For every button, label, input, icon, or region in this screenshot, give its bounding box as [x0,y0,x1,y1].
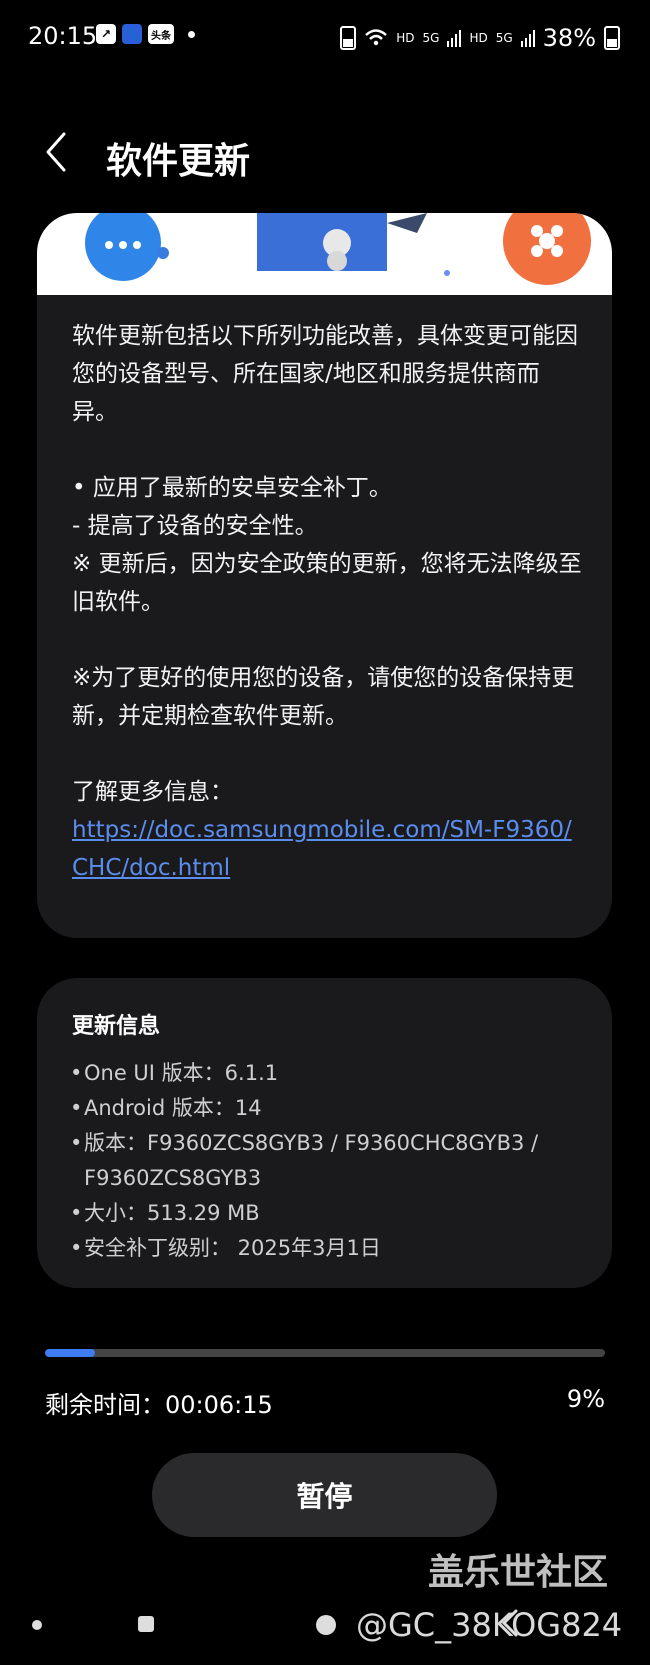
illustration-image [85,213,591,285]
author-handle: @GC_38KOG824 [356,1606,623,1644]
wifi-icon [365,29,388,46]
info-item-text: 安全补丁级别： 2025年3月1日 [84,1236,381,1260]
update-illustration-banner [37,213,612,295]
battery-icon [604,26,620,50]
info-item: • One UI 版本：6.1.1 [70,1056,590,1091]
5g-label-1: 5G [422,31,440,45]
signal-icon-1 [447,30,462,47]
update-info-list: • One UI 版本：6.1.1 • Android 版本：14 • 版本：F936… [70,1056,590,1266]
battery-saver-icon [340,26,357,50]
download-progress-bar [45,1349,605,1357]
info-item: • Android 版本：14 [70,1091,590,1126]
square-icon[interactable] [138,1616,154,1632]
description-line: ※为了更好的使用您的设备，请使您的设备保持更新，并定期检查软件更新。 [72,665,575,729]
update-info-title: 更新信息 [72,1014,161,1039]
5g-label-2: 5G [495,31,513,45]
app-header: 软件更新 [0,120,650,190]
info-item-text: 大小：513.29 MB [84,1201,260,1225]
home-icon[interactable] [316,1615,336,1635]
signal-icon-2 [520,30,535,47]
battery-percent: 38% [542,24,596,52]
system-icons: HD 5G HD 5G 38% [340,24,620,52]
description-line: - 提高了设备的安全性。 [72,513,318,539]
remaining-time: 剩余时间：00:06:15 [45,1391,273,1419]
description-intro: 软件更新包括以下所列功能改善，具体变更可能因您的设备型号、所在国家/地区和服务提… [72,323,578,425]
community-watermark: 盖乐世社区 [428,1552,609,1593]
toutiao-icon: 头条 [148,24,174,44]
info-item: • 安全补丁级别： 2025年3月1日 [70,1231,590,1266]
notification-icons: ↗ 🐾 头条 [96,24,195,44]
pause-button[interactable]: 暂停 [152,1453,497,1537]
description-line: ※ 更新后，因为安全政策的更新，您将无法降级至旧软件。 [72,551,582,615]
description-line: • 应用了最新的安卓安全补丁。 [72,475,392,501]
info-item: • 大小：513.29 MB [70,1196,590,1231]
info-item-text: Android 版本：14 [84,1096,262,1120]
recents-icon[interactable] [32,1620,42,1630]
info-item-text: 版本：F9360ZCS8GYB3 / F9360CHC8GYB3 / F9360… [84,1131,539,1190]
app-icon: ↗ [96,24,116,44]
progress-percent: 9% [566,1385,605,1413]
learn-more-label: 了解更多信息： [72,779,233,805]
back-button[interactable] [42,130,82,180]
update-description-card: 软件更新包括以下所列功能改善，具体变更可能因您的设备型号、所在国家/地区和服务提… [37,213,612,938]
status-bar: 20:15 ↗ 🐾 头条 HD 5G HD 5G 38% [0,0,650,80]
baidu-icon: 🐾 [122,24,142,44]
status-time: 20:15 [28,22,98,50]
hd-label-1: HD [396,31,415,45]
more-notifications-dot [188,30,195,38]
info-item-text: One UI 版本：6.1.1 [84,1061,279,1085]
navigation-bar: @GC_38KOG824 [0,1590,650,1665]
release-notes-link[interactable]: https://doc.samsungmobile.com/SM-F9360/C… [72,817,572,881]
info-item: • 版本：F9360ZCS8GYB3 / F9360CHC8GYB3 / F936… [70,1126,590,1196]
hd-label-2: HD [469,31,488,45]
chevron-left-icon [46,132,66,172]
progress-fill [45,1349,96,1357]
update-info-card: 更新信息 • One UI 版本：6.1.1 • Android 版本：14 • 版本… [37,978,612,1288]
page-title: 软件更新 [106,141,251,182]
update-description: 软件更新包括以下所列功能改善，具体变更可能因您的设备型号、所在国家/地区和服务提… [72,317,582,887]
